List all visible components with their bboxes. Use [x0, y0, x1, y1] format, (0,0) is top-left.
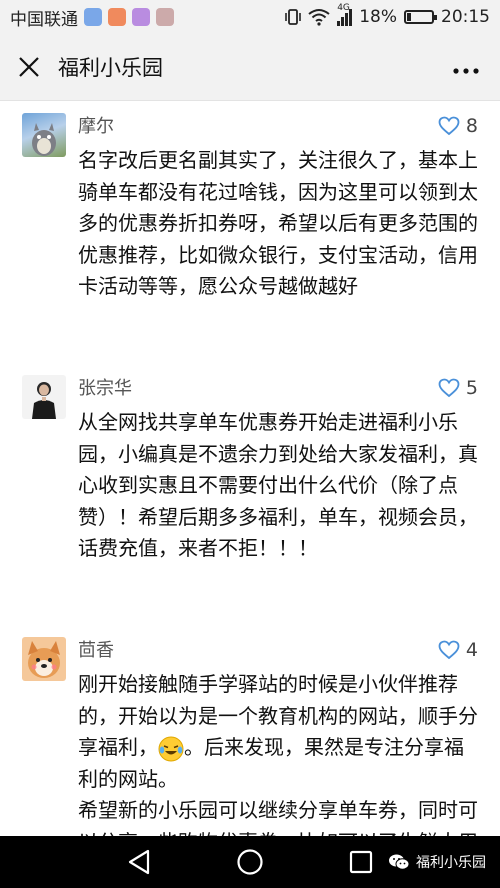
more-icon — [453, 68, 479, 74]
comment-text: 刚开始接触随手学驿站的时候是小伙伴推荐的，开始以为是一个教育机构的网站，顺手分享… — [78, 669, 480, 836]
comment-text: 从全网找共享单车优惠券开始走进福利小乐园，小编真是不遗余力到处给大家发福利，真心… — [78, 410, 478, 560]
heart-icon — [438, 378, 460, 398]
network-type: 4G — [337, 2, 350, 13]
comment-text-part: 希望新的小乐园可以继续分享单车券，同时可以分享一些购物优惠券。比如可以了生鲜大用… — [78, 798, 478, 836]
like-count: 8 — [465, 115, 478, 137]
heart-icon — [438, 116, 460, 136]
avatar[interactable] — [22, 637, 66, 681]
heart-icon — [438, 640, 460, 660]
commenter-name[interactable]: 茴香 — [78, 637, 480, 667]
comment-item: 摩尔 8 名字改后更名副其实了，关注很久了，基本上骑单车都没有花过啥钱，因为这里… — [0, 101, 500, 363]
status-bar: 中国联通 4G 18% 20:15 — [0, 0, 500, 34]
close-icon — [19, 57, 39, 77]
laughing-tears-emoji-icon — [158, 736, 184, 761]
app-notification-icon — [84, 8, 102, 26]
watermark-label: 福利小乐园 — [416, 855, 486, 871]
like-button[interactable]: 4 — [438, 639, 478, 661]
comment-item: 张宗华 5 从全网找共享单车优惠券开始走进福利小乐园，小编真是不遗余力到处给大家… — [0, 363, 500, 625]
recents-button[interactable] — [345, 846, 377, 878]
recents-square-icon — [349, 850, 373, 874]
app-notification-icon — [156, 8, 174, 26]
close-button[interactable] — [14, 52, 44, 82]
carrier-label: 中国联通 — [10, 9, 78, 30]
like-count: 4 — [465, 639, 478, 661]
home-circle-icon — [237, 849, 263, 875]
app-notification-icon — [132, 8, 150, 26]
back-triangle-icon — [128, 849, 150, 875]
battery-percent: 18% — [359, 7, 397, 27]
comment-text: 名字改后更名副其实了，关注很久了，基本上骑单车都没有花过啥钱，因为这里可以领到太… — [78, 148, 478, 298]
back-button[interactable] — [123, 846, 155, 878]
navigation-bar: 福利小乐园 — [0, 836, 500, 888]
page-title: 福利小乐园 — [58, 56, 163, 80]
comment-list[interactable]: 摩尔 8 名字改后更名副其实了，关注很久了，基本上骑单车都没有花过啥钱，因为这里… — [0, 101, 500, 836]
app-header: 福利小乐园 — [0, 34, 500, 101]
like-button[interactable]: 5 — [438, 377, 478, 399]
avatar[interactable] — [22, 113, 66, 157]
commenter-name[interactable]: 摩尔 — [78, 113, 480, 143]
wifi-icon — [308, 9, 330, 26]
like-count: 5 — [465, 377, 478, 399]
account-watermark: 福利小乐园 — [388, 852, 486, 872]
home-button[interactable] — [234, 846, 266, 878]
comment-item: 茴香 4 刚开始接触随手学驿站的时候是小伙伴推荐的，开始以为是一个教育机构的网站… — [0, 625, 500, 836]
like-button[interactable]: 8 — [438, 115, 478, 137]
battery-icon — [404, 10, 437, 24]
commenter-name[interactable]: 张宗华 — [78, 375, 480, 405]
wechat-icon — [389, 854, 410, 870]
avatar[interactable] — [22, 375, 66, 419]
vibrate-icon — [285, 9, 302, 25]
app-notification-icon — [108, 8, 126, 26]
more-button[interactable] — [452, 54, 480, 80]
clock: 20:15 — [441, 7, 490, 27]
signal-icon: 4G — [337, 3, 353, 26]
